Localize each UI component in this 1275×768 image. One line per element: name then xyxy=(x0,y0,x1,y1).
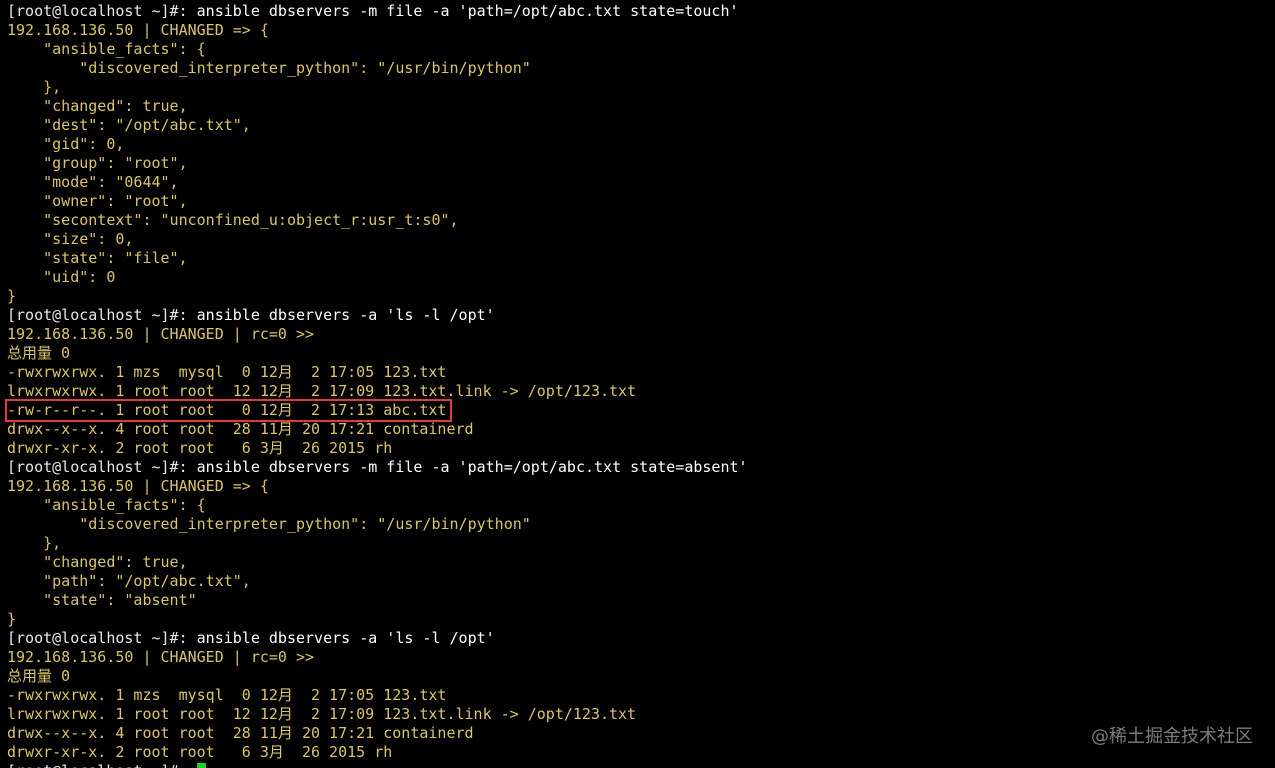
output-text: lrwxrwxrwx. 1 root root 12 12月 2 17:09 1… xyxy=(7,705,637,723)
output-text: drwxr-xr-x. 2 root root 6 3月 26 2015 rh xyxy=(7,743,393,761)
output-line: lrwxrwxrwx. 1 root root 12 12月 2 17:09 1… xyxy=(7,382,1275,401)
output-line: "changed": true, xyxy=(7,553,1275,572)
output-line: lrwxrwxrwx. 1 root root 12 12月 2 17:09 1… xyxy=(7,705,1275,724)
command-text: ansible dbservers -a 'ls -l /opt' xyxy=(196,629,495,647)
output-line: 总用量 0 xyxy=(7,667,1275,686)
output-line: 总用量 0 xyxy=(7,344,1275,363)
terminal-output: [root@localhost ~]#: ansible dbservers -… xyxy=(4,2,1275,768)
output-line: } xyxy=(7,287,1275,306)
output-line: }, xyxy=(7,78,1275,97)
terminal-window[interactable]: [root@localhost ~]#: ansible dbservers -… xyxy=(0,0,1275,768)
output-text: "owner": "root", xyxy=(7,192,188,210)
output-line: "mode": "0644", xyxy=(7,173,1275,192)
output-line: "path": "/opt/abc.txt", xyxy=(7,572,1275,591)
command-line: [root@localhost ~]#: ansible dbservers -… xyxy=(7,2,1275,21)
watermark: @稀土掘金技术社区 xyxy=(1091,726,1253,747)
output-text: "ansible_facts": { xyxy=(7,496,206,514)
output-text: "changed": true, xyxy=(7,553,188,571)
command-text: ansible dbservers -a 'ls -l /opt' xyxy=(196,306,495,324)
output-line: "uid": 0 xyxy=(7,268,1275,287)
output-line: "secontext": "unconfined_u:object_r:usr_… xyxy=(7,211,1275,230)
output-text: }, xyxy=(7,78,62,96)
output-text: 总用量 0 xyxy=(7,344,71,362)
output-line: } xyxy=(7,610,1275,629)
output-line: "discovered_interpreter_python": "/usr/b… xyxy=(7,59,1275,78)
output-line: -rw-r--r--. 1 root root 0 12月 2 17:13 ab… xyxy=(4,399,1275,422)
output-line: -rwxrwxrwx. 1 mzs mysql 0 12月 2 17:05 12… xyxy=(7,363,1275,382)
output-text: -rwxrwxrwx. 1 mzs mysql 0 12月 2 17:05 12… xyxy=(7,363,447,381)
output-line: "state": "absent" xyxy=(7,591,1275,610)
output-line: }, xyxy=(7,534,1275,553)
output-line: drwx--x--x. 4 root root 28 11月 20 17:21 … xyxy=(7,420,1275,439)
output-line: 192.168.136.50 | CHANGED | rc=0 >> xyxy=(7,648,1275,667)
output-line: 192.168.136.50 | CHANGED | rc=0 >> xyxy=(7,325,1275,344)
output-text: drwxr-xr-x. 2 root root 6 3月 26 2015 rh xyxy=(7,439,393,457)
output-text: "ansible_facts": { xyxy=(7,40,206,58)
output-text: "size": 0, xyxy=(7,230,134,248)
output-line: drwxr-xr-x. 2 root root 6 3月 26 2015 rh xyxy=(7,439,1275,458)
command-text: ansible dbservers -m file -a 'path=/opt/… xyxy=(196,2,739,20)
output-text: "path": "/opt/abc.txt", xyxy=(7,572,251,590)
output-line: 192.168.136.50 | CHANGED => { xyxy=(7,477,1275,496)
output-line: "changed": true, xyxy=(7,97,1275,116)
output-line: "size": 0, xyxy=(7,230,1275,249)
shell-prompt: [root@localhost ~]#: xyxy=(7,2,197,20)
output-text: "discovered_interpreter_python": "/usr/b… xyxy=(7,59,531,77)
command-line: [root@localhost ~]#: ansible dbservers -… xyxy=(7,458,1275,477)
command-line: [root@localhost ~]#: xyxy=(7,762,1275,768)
output-line: drwxr-xr-x. 2 root root 6 3月 26 2015 rh xyxy=(7,743,1275,762)
output-line: "ansible_facts": { xyxy=(7,496,1275,515)
output-text: "group": "root", xyxy=(7,154,188,172)
output-text: drwx--x--x. 4 root root 28 11月 20 17:21 … xyxy=(7,420,474,438)
output-text: 192.168.136.50 | CHANGED | rc=0 >> xyxy=(7,325,315,343)
output-text: }, xyxy=(7,534,62,552)
output-text: "secontext": "unconfined_u:object_r:usr_… xyxy=(7,211,459,229)
text-cursor xyxy=(196,763,206,768)
output-text: 192.168.136.50 | CHANGED => { xyxy=(7,21,269,39)
output-text: -rwxrwxrwx. 1 mzs mysql 0 12月 2 17:05 12… xyxy=(7,686,447,704)
output-text: 192.168.136.50 | CHANGED | rc=0 >> xyxy=(7,648,315,666)
output-line: drwx--x--x. 4 root root 28 11月 20 17:21 … xyxy=(7,724,1275,743)
output-line: "owner": "root", xyxy=(7,192,1275,211)
output-line: -rwxrwxrwx. 1 mzs mysql 0 12月 2 17:05 12… xyxy=(7,686,1275,705)
output-text: } xyxy=(7,610,17,628)
output-text: "discovered_interpreter_python": "/usr/b… xyxy=(7,515,531,533)
command-line: [root@localhost ~]#: ansible dbservers -… xyxy=(7,629,1275,648)
output-text: drwx--x--x. 4 root root 28 11月 20 17:21 … xyxy=(7,724,474,742)
output-text: "dest": "/opt/abc.txt", xyxy=(7,116,251,134)
shell-prompt: [root@localhost ~]#: xyxy=(7,306,197,324)
output-text: "changed": true, xyxy=(7,97,188,115)
output-text: "state": "absent" xyxy=(7,591,197,609)
command-line: [root@localhost ~]#: ansible dbservers -… xyxy=(7,306,1275,325)
highlighted-output-line: -rw-r--r--. 1 root root 0 12月 2 17:13 ab… xyxy=(4,399,453,422)
output-line: "discovered_interpreter_python": "/usr/b… xyxy=(7,515,1275,534)
output-text: "gid": 0, xyxy=(7,135,125,153)
output-text: 总用量 0 xyxy=(7,667,71,685)
output-line: 192.168.136.50 | CHANGED => { xyxy=(7,21,1275,40)
output-text: "mode": "0644", xyxy=(7,173,179,191)
shell-prompt: [root@localhost ~]#: xyxy=(7,629,197,647)
output-text: 192.168.136.50 | CHANGED => { xyxy=(7,477,269,495)
output-line: "gid": 0, xyxy=(7,135,1275,154)
output-text: "uid": 0 xyxy=(7,268,116,286)
output-line: "dest": "/opt/abc.txt", xyxy=(7,116,1275,135)
shell-prompt: [root@localhost ~]#: xyxy=(7,458,197,476)
output-text: lrwxrwxrwx. 1 root root 12 12月 2 17:09 1… xyxy=(7,382,637,400)
output-line: "state": "file", xyxy=(7,249,1275,268)
output-line: "ansible_facts": { xyxy=(7,40,1275,59)
shell-prompt: [root@localhost ~]#: xyxy=(7,762,197,768)
output-text: } xyxy=(7,287,17,305)
command-text: ansible dbservers -m file -a 'path=/opt/… xyxy=(196,458,748,476)
output-line: "group": "root", xyxy=(7,154,1275,173)
output-text: "state": "file", xyxy=(7,249,188,267)
